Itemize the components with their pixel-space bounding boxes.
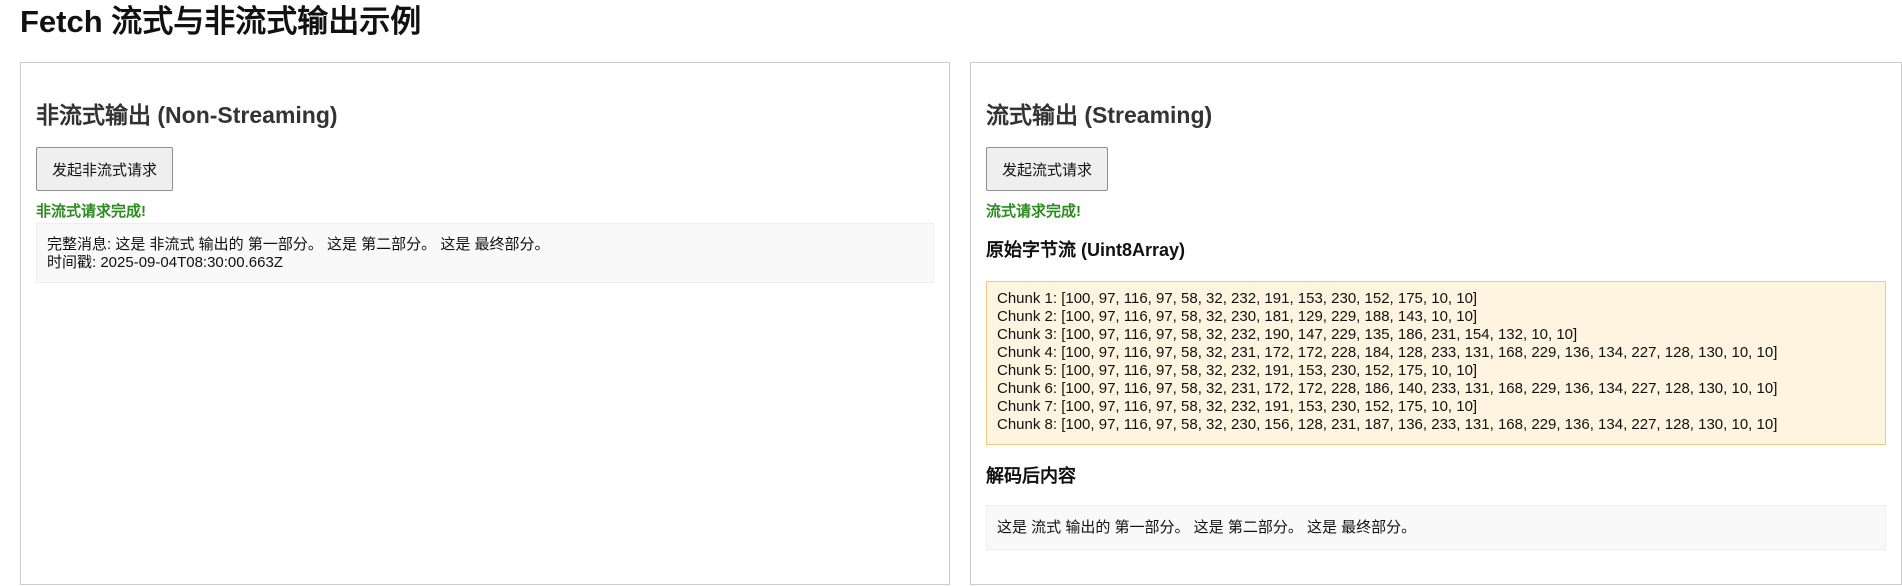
page: Fetch 流式与非流式输出示例 非流式输出 (Non-Streaming) 发… [0,0,1902,586]
non-streaming-request-button[interactable]: 发起非流式请求 [36,147,174,191]
full-message-line: 完整消息: 这是 非流式 输出的 第一部分。 这是 第二部分。 这是 最终部分。 [47,236,550,253]
decoded-heading: 解码后内容 [986,466,1076,486]
chunk-line: Chunk 1: [100, 97, 116, 97, 58, 32, 232,… [997,290,1478,307]
streaming-panel: 流式输出 (Streaming) 发起流式请求 流式请求完成! 原始字节流 (U… [970,62,1902,585]
chunk-line: Chunk 2: [100, 97, 116, 97, 58, 32, 230,… [997,308,1478,325]
non-streaming-result: 完整消息: 这是 非流式 输出的 第一部分。 这是 第二部分。 这是 最终部分。… [36,223,934,283]
non-streaming-title: 非流式输出 (Non-Streaming) [36,102,338,128]
chunk-line: Chunk 4: [100, 97, 116, 97, 58, 32, 231,… [997,344,1778,361]
streaming-request-button[interactable]: 发起流式请求 [986,147,1109,191]
streaming-title: 流式输出 (Streaming) [986,102,1213,128]
chunk-line: Chunk 6: [100, 97, 116, 97, 58, 32, 231,… [997,380,1778,397]
non-streaming-panel: 非流式输出 (Non-Streaming) 发起非流式请求 非流式请求完成! 完… [20,62,950,585]
raw-bytes-heading: 原始字节流 (Uint8Array) [986,240,1186,260]
chunk-line: Chunk 3: [100, 97, 116, 97, 58, 32, 232,… [997,326,1578,343]
chunk-line: Chunk 8: [100, 97, 116, 97, 58, 32, 230,… [997,416,1778,433]
chunk-line: Chunk 7: [100, 97, 116, 97, 58, 32, 232,… [997,398,1478,415]
timestamp-line: 时间戳: 2025-09-04T08:30:00.663Z [47,254,283,271]
panels: 非流式输出 (Non-Streaming) 发起非流式请求 非流式请求完成! 完… [20,62,1902,586]
non-streaming-status: 非流式请求完成! [36,203,146,220]
decoded-content: 这是 流式 输出的 第一部分。 这是 第二部分。 这是 最终部分。 [986,505,1886,550]
streaming-status: 流式请求完成! [986,203,1081,220]
page-title: Fetch 流式与非流式输出示例 [20,4,422,39]
raw-bytes-box: Chunk 1: [100, 97, 116, 97, 58, 32, 232,… [986,281,1886,445]
chunk-line: Chunk 5: [100, 97, 116, 97, 58, 32, 232,… [997,362,1478,379]
